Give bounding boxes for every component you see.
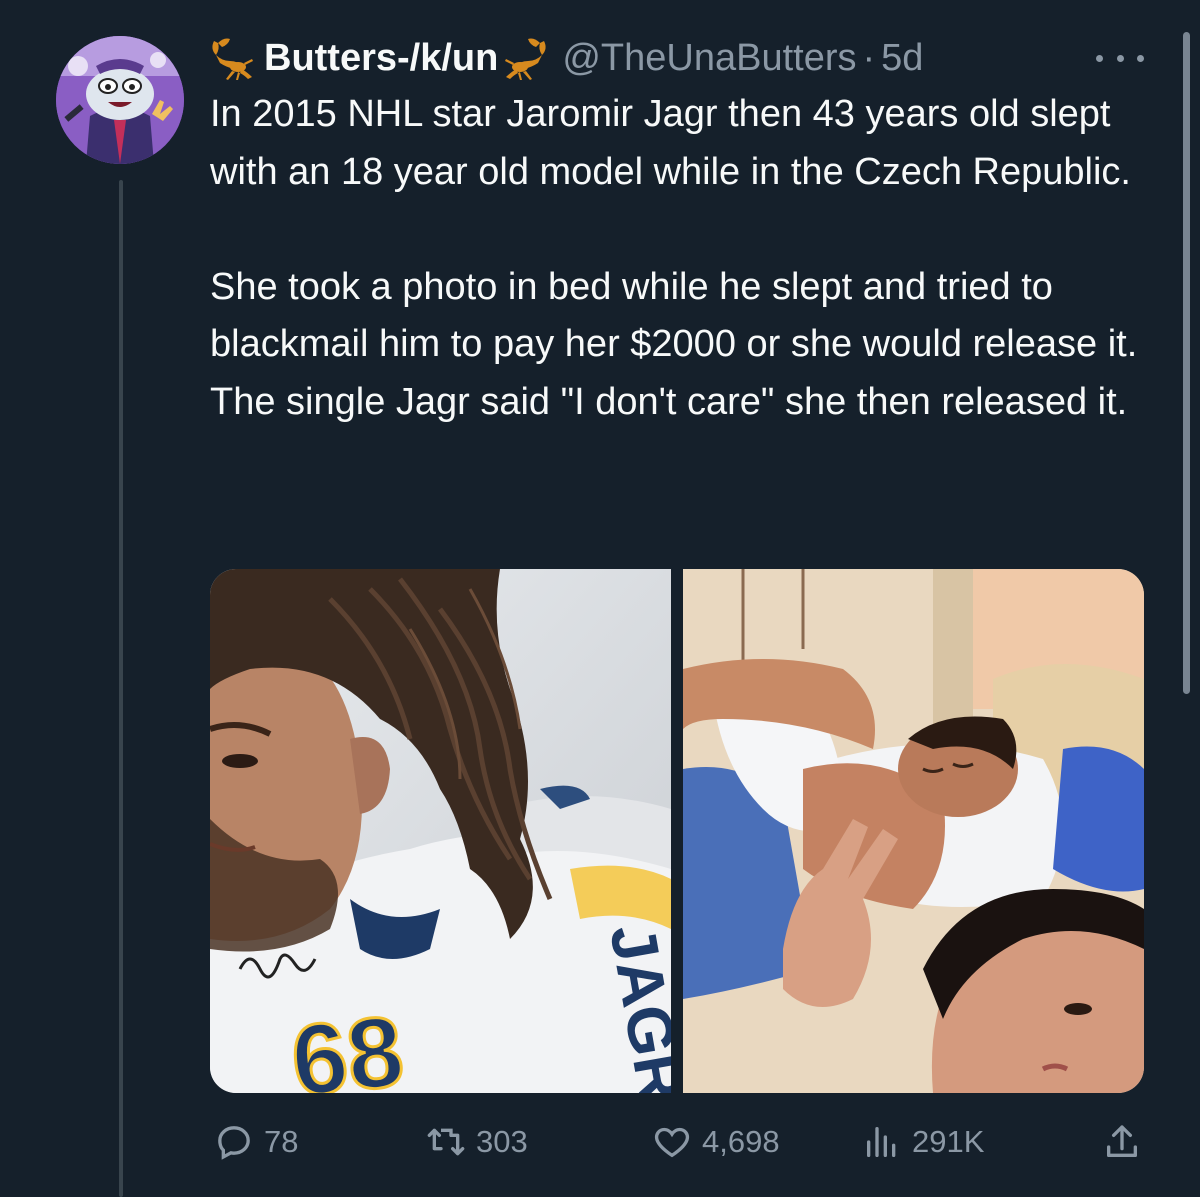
retweet-icon	[427, 1128, 465, 1156]
separator-dot: ·	[862, 36, 876, 79]
scorpion-icon	[505, 38, 546, 80]
share-icon	[1107, 1125, 1137, 1157]
more-dot	[1137, 54, 1144, 62]
like-count: 4,698	[702, 1124, 780, 1159]
hockey-player-photo: 68 JAGR	[210, 569, 671, 1093]
jersey-number: 68	[286, 995, 408, 1093]
views-icon	[867, 1127, 896, 1157]
views-button[interactable]: 291K	[862, 1112, 984, 1172]
media-photo-bed[interactable]	[683, 569, 1144, 1093]
scrollbar[interactable]	[1183, 32, 1190, 694]
tweet-page: Butters-/k/un @TheUnaButters · 5d In 201…	[0, 0, 1200, 1197]
avatar[interactable]	[56, 36, 184, 164]
thread-line	[119, 180, 123, 1197]
retweet-count: 303	[476, 1124, 528, 1159]
share-button[interactable]	[1102, 1112, 1142, 1172]
user-handle[interactable]: @TheUnaButters	[562, 37, 856, 80]
tweet-timestamp[interactable]: 5d	[881, 37, 923, 80]
reply-button[interactable]: 78	[214, 1112, 298, 1172]
bed-photo	[683, 569, 1144, 1093]
tweet-media[interactable]: 68 JAGR	[210, 569, 1144, 1093]
reply-icon	[218, 1126, 250, 1160]
media-photo-hockey-player[interactable]: 68 JAGR	[210, 569, 671, 1093]
tweet-text: In 2015 NHL star Jaromir Jagr then 43 ye…	[210, 93, 1138, 423]
avatar-image	[56, 36, 184, 164]
display-name[interactable]: Butters-/k/un	[264, 37, 498, 80]
scorpion-icon	[212, 38, 253, 80]
views-count: 291K	[912, 1124, 985, 1159]
tweet-header: Butters-/k/un @TheUnaButters · 5d	[208, 30, 923, 86]
reply-count: 78	[264, 1124, 299, 1159]
heart-icon	[654, 1127, 690, 1158]
more-dot	[1096, 54, 1103, 62]
tweet-actions: 78 303 4,698 291K	[210, 1112, 1144, 1172]
retweet-button[interactable]: 303	[426, 1112, 528, 1172]
more-dot	[1116, 54, 1124, 62]
more-icon[interactable]	[1096, 44, 1144, 72]
like-button[interactable]: 4,698	[652, 1112, 780, 1172]
